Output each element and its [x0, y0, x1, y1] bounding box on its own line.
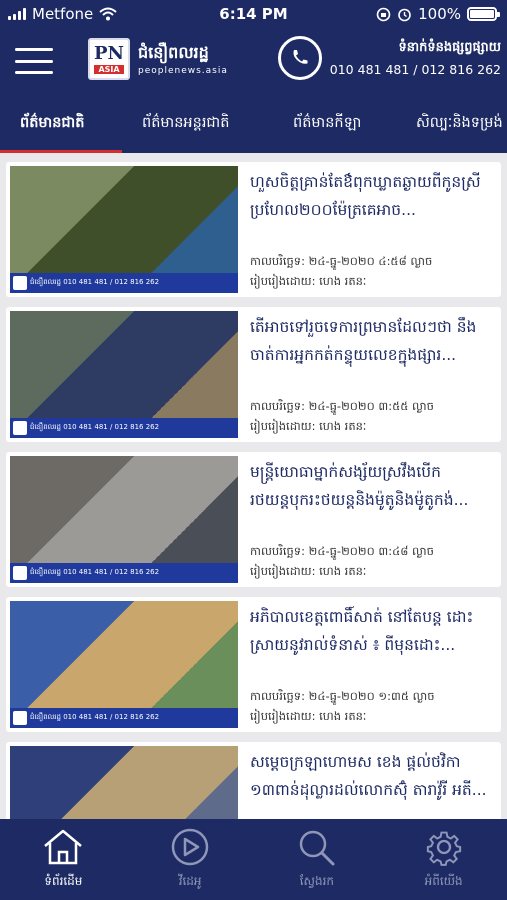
article-card[interactable]: សម្តេចក្រឡាហោមស ខេង ផ្តល់ថវិកា ១៣ពាន់ដុល… [6, 742, 501, 819]
battery-icon [467, 7, 500, 21]
article-thumbnail: ជំនឿពលរដ្ឋ 010 481 481 / 012 816 262 [10, 601, 238, 728]
tab-national-news[interactable]: ព័ត៌មានជាតិ [20, 95, 84, 153]
article-title[interactable]: ហួសចិត្តគ្រាន់តែឳពុកឃ្លាតឆ្ងាយពីកូនស្រីប… [250, 168, 495, 224]
signal-icon [8, 8, 26, 20]
alarm-icon [398, 8, 411, 21]
article-thumbnail: ជំនឿពលរដ្ឋ 010 481 481 / 012 816 262 [10, 166, 238, 293]
article-date: កាលបរិច្ឆេទ: ២៤-ធ្នូ-២០២០ ៣:៥៥ ល្ងាច [250, 399, 434, 413]
thumbnail-banner: ជំនឿពលរដ្ឋ 010 481 481 / 012 816 262 [10, 563, 238, 583]
play-circle-icon [171, 828, 209, 866]
article-date: កាលបរិច្ឆេទ: ២៤-ធ្នូ-២០២០ ១:៣៥ ល្ងាច [250, 689, 435, 703]
article-title[interactable]: មន្ត្រីយោធាម្នាក់សង្ស័យស្រវឹងបើករថយន្តបុ… [250, 458, 495, 514]
category-tabs: ព័ត៌មានជាតិ ព័ត៌មានអន្តរជាតិ ព័ត៌មានកីឡា… [0, 95, 507, 153]
contact-phones: 010 481 481 / 012 816 262 [329, 62, 501, 77]
article-author: រៀបរៀងដោយ: ហេង រតនៈ [250, 274, 367, 288]
menu-icon[interactable] [15, 48, 53, 74]
article-card[interactable]: ជំនឿពលរដ្ឋ 010 481 481 / 012 816 262 ហួស… [6, 162, 501, 297]
app-header: PN ASIA ជំនឿពលរដ្ឋ peoplenews.asia ទំនាក… [0, 28, 507, 95]
article-date: កាលបរិច្ឆេទ: ២៤-ធ្នូ-២០២០ ៣:៤៨ ល្ងាច [250, 544, 434, 558]
news-feed[interactable]: ជំនឿពលរដ្ឋ 010 481 481 / 012 816 262 ហួស… [0, 153, 507, 819]
app-logo[interactable]: PN ASIA ជំនឿពលរដ្ឋ peoplenews.asia [88, 38, 228, 80]
contact-label: ទំនាក់ទំនងផ្សព្វផ្សាយ [398, 40, 501, 55]
gear-icon [426, 831, 461, 866]
article-thumbnail [10, 746, 238, 819]
article-card[interactable]: ជំនឿពលរដ្ឋ 010 481 481 / 012 816 262 អភិ… [6, 597, 501, 732]
article-card[interactable]: ជំនឿពលរដ្ឋ 010 481 481 / 012 816 262 មន្… [6, 452, 501, 587]
logo-mark: PN ASIA [88, 38, 130, 80]
article-title[interactable]: អភិបាលខេត្តពោធិ៍សាត់ នៅតែបន្ត ដោះស្រាយនូ… [250, 603, 495, 659]
orientation-lock-icon [376, 7, 391, 21]
wifi-icon [99, 7, 117, 21]
article-author: រៀបរៀងដោយ: ហេង រតនៈ [250, 419, 367, 433]
article-title[interactable]: សម្តេចក្រឡាហោមស ខេង ផ្តល់ថវិកា ១៣ពាន់ដុល… [250, 748, 495, 804]
article-card[interactable]: ជំនឿពលរដ្ឋ 010 481 481 / 012 816 262 តើអ… [6, 307, 501, 442]
nav-home-label: ទំព័រដើម [44, 874, 83, 888]
tab-international-news[interactable]: ព័ត៌មានអន្តរជាតិ [142, 95, 229, 153]
article-thumbnail: ជំនឿពលរដ្ឋ 010 481 481 / 012 816 262 [10, 311, 238, 438]
nav-video-label: វីដេអូ [178, 874, 202, 888]
thumbnail-banner: ជំនឿពលរដ្ឋ 010 481 481 / 012 816 262 [10, 708, 238, 728]
battery-percent: 100% [418, 5, 461, 23]
tab-sports-news[interactable]: ព័ត៌មានកីឡា [293, 95, 361, 153]
logo-name: ជំនឿពលរដ្ឋ [138, 43, 209, 62]
article-author: រៀបរៀងដោយ: ហេង រតនៈ [250, 709, 367, 723]
nav-video[interactable]: វីដេអូ [127, 819, 254, 900]
article-author: រៀបរៀងដោយ: ហេង រតនៈ [250, 564, 367, 578]
nav-about-label: អំពីយើង [424, 874, 463, 888]
nav-home[interactable]: ទំព័រដើម [0, 819, 127, 900]
home-icon [44, 829, 83, 865]
carrier-name: Metfone [32, 5, 94, 23]
status-bar: Metfone 6:14 PM 100% [0, 0, 507, 28]
nav-search[interactable]: ស្វែងរក [254, 819, 381, 900]
nav-about[interactable]: អំពីយើង [380, 819, 507, 900]
article-title[interactable]: តើអាចទៅរួចទេការព្រមានដែលៗថា នឹងចាត់ការអ្… [250, 313, 495, 369]
nav-search-label: ស្វែងរក [299, 874, 335, 888]
bottom-nav: ទំព័រដើម វីដេអូ ស្វែងរក អំពីយើង [0, 819, 507, 900]
thumbnail-banner: ជំនឿពលរដ្ឋ 010 481 481 / 012 816 262 [10, 418, 238, 438]
tab-arts-news[interactable]: សិល្បៈនិងទម្រង់ [416, 95, 503, 153]
logo-domain: peoplenews.asia [138, 66, 228, 76]
contact-block[interactable]: ទំនាក់ទំនងផ្សព្វផ្សាយ 010 481 481 / 012 … [277, 36, 501, 80]
phone-chat-icon [277, 36, 322, 80]
article-thumbnail: ជំនឿពលរដ្ឋ 010 481 481 / 012 816 262 [10, 456, 238, 583]
article-date: កាលបរិច្ឆេទ: ២៤-ធ្នូ-២០២០ ៤:៥៨ ល្ងាច [250, 254, 433, 268]
search-icon [299, 830, 335, 866]
thumbnail-banner: ជំនឿពលរដ្ឋ 010 481 481 / 012 816 262 [10, 273, 238, 293]
